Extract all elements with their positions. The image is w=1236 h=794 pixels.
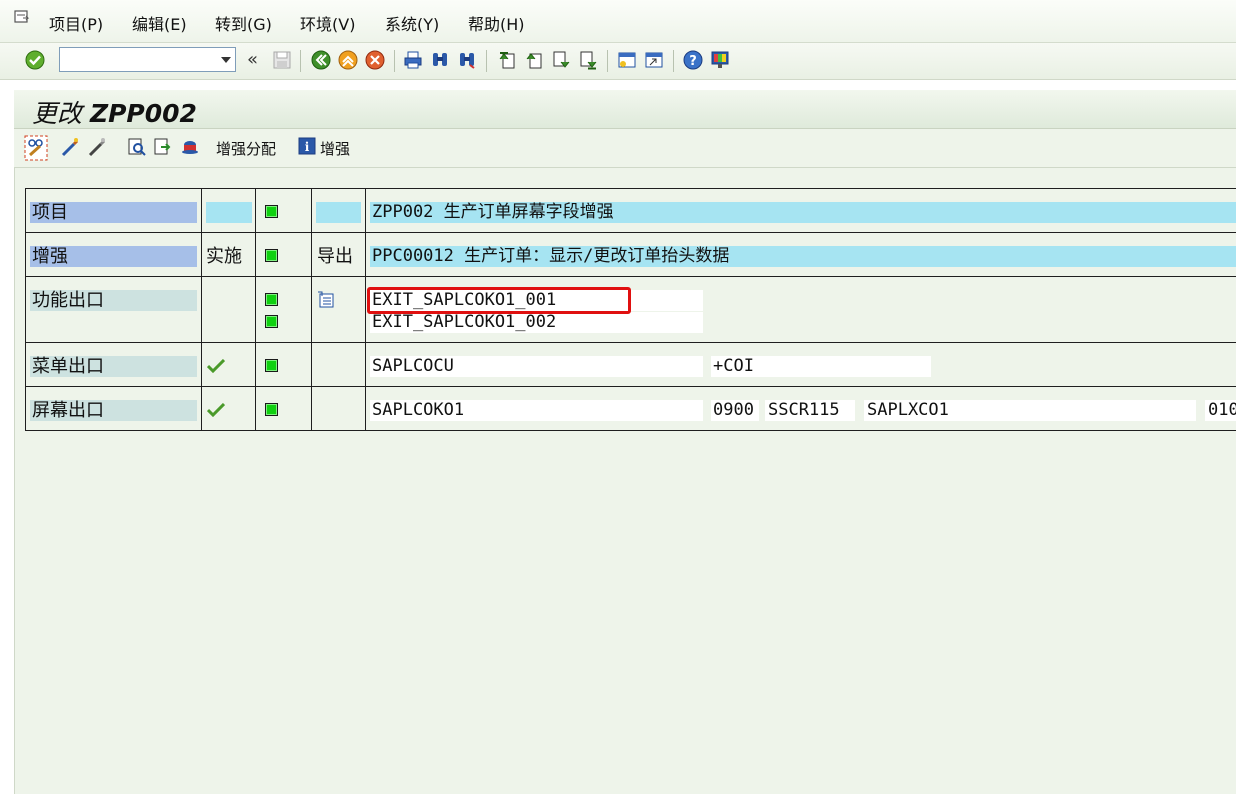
- back-icon[interactable]: [311, 50, 331, 70]
- svg-text:?: ?: [689, 54, 697, 69]
- traffic-light-icon: [265, 359, 278, 372]
- row-screen-exit-label: 屏幕出口: [32, 400, 104, 421]
- cat-icon[interactable]: [180, 137, 200, 157]
- menu-exit-code[interactable]: +COI: [713, 356, 754, 377]
- next-page-icon[interactable]: [551, 50, 571, 70]
- row-enhancement-export: 导出: [317, 246, 353, 267]
- back-history-icon[interactable]: «: [247, 49, 258, 70]
- row-project-label: 项目: [32, 202, 68, 223]
- row-project-export-field: [316, 202, 361, 223]
- menu-item-help[interactable]: 帮助(H): [468, 11, 525, 35]
- exit-icon[interactable]: [338, 50, 358, 70]
- screen-exit-area[interactable]: SSCR115: [768, 400, 840, 421]
- checkmark-icon: [207, 359, 225, 373]
- function-module-icon[interactable]: [317, 291, 335, 309]
- menu-item-environment[interactable]: 环境(V): [300, 11, 355, 35]
- traffic-light-icon: [265, 205, 278, 218]
- table-cell: [255, 232, 312, 277]
- table-cell: [255, 188, 312, 233]
- menu-bar: 项目(P) 编辑(E) 转到(G) 环境(V) 系统(Y) 帮助(H): [0, 0, 1236, 43]
- find-next-icon[interactable]: [457, 50, 477, 70]
- table-cell: [311, 386, 366, 431]
- menu-item-project[interactable]: 项目(P): [49, 11, 103, 35]
- enter-check-icon[interactable]: [25, 50, 45, 70]
- row-enhancement-value[interactable]: PPC00012 生产订单：显示/更改订单抬头数据: [372, 246, 729, 267]
- function-exit-2[interactable]: EXIT_SAPLCOKO1_002: [372, 312, 556, 333]
- last-page-icon[interactable]: [578, 50, 598, 70]
- screen-title-bar: 更改 ZPP002: [14, 90, 1236, 129]
- row-enhancement-impl: 实施: [206, 246, 242, 267]
- enhancement-button[interactable]: 增强: [320, 138, 350, 159]
- customize-layout-icon[interactable]: [710, 50, 730, 70]
- screen-exit-screen[interactable]: 0900: [713, 400, 754, 421]
- traffic-light-icon: [265, 293, 278, 306]
- info-icon[interactable]: i: [298, 137, 316, 155]
- shortcut-icon[interactable]: [644, 50, 664, 70]
- table-cell: [255, 276, 312, 343]
- highlight-box: [367, 287, 631, 314]
- new-session-icon[interactable]: [617, 50, 637, 70]
- traffic-light-icon: [265, 315, 278, 328]
- prev-page-icon[interactable]: [524, 50, 544, 70]
- table-cell: [255, 342, 312, 387]
- svg-text:i: i: [305, 140, 310, 154]
- enhancement-assignment-button[interactable]: 增强分配: [216, 138, 276, 159]
- cancel-icon[interactable]: [365, 50, 385, 70]
- row-function-exit-label: 功能出口: [32, 290, 104, 311]
- table-cell: [311, 342, 366, 387]
- find-icon[interactable]: [430, 50, 450, 70]
- screen-exit-program[interactable]: SAPLCOKO1: [372, 400, 464, 421]
- print-icon[interactable]: [403, 50, 423, 70]
- where-used-icon[interactable]: [127, 137, 147, 157]
- table-cell: [311, 276, 366, 343]
- screen-exit-subprogram[interactable]: SAPLXCO1: [867, 400, 949, 421]
- first-page-icon[interactable]: [497, 50, 517, 70]
- traffic-light-icon: [265, 249, 278, 262]
- menu-item-goto[interactable]: 转到(G): [215, 11, 272, 35]
- compare-icon[interactable]: [153, 137, 173, 157]
- deactivate-icon[interactable]: [87, 137, 107, 157]
- screen-exit-subscreen[interactable]: 010: [1208, 400, 1236, 421]
- menu-item-system[interactable]: 系统(Y): [385, 11, 439, 35]
- menu-item-edit[interactable]: 编辑(E): [132, 11, 187, 35]
- page-title: 更改 ZPP002: [32, 99, 197, 128]
- menu-exit-program[interactable]: SAPLCOCU: [372, 356, 454, 377]
- table-cell: [255, 386, 312, 431]
- help-icon[interactable]: ?: [683, 50, 703, 70]
- chevron-down-icon[interactable]: [221, 57, 231, 63]
- row-project-impl-field: [206, 202, 252, 223]
- activate-icon[interactable]: [60, 137, 80, 157]
- menu-frame-icon[interactable]: [14, 10, 30, 24]
- row-enhancement-label: 增强: [32, 246, 68, 267]
- row-project-value[interactable]: ZPP002 生产订单屏幕字段增强: [372, 202, 614, 223]
- application-toolbar: 增强分配 i 增强: [14, 129, 1236, 168]
- command-field[interactable]: [59, 47, 236, 72]
- display-change-icon[interactable]: [24, 135, 48, 161]
- row-menu-exit-label: 菜单出口: [32, 356, 104, 377]
- table-cell: [201, 276, 256, 343]
- traffic-light-icon: [265, 403, 278, 416]
- save-icon: [273, 51, 291, 69]
- checkmark-icon: [207, 403, 225, 417]
